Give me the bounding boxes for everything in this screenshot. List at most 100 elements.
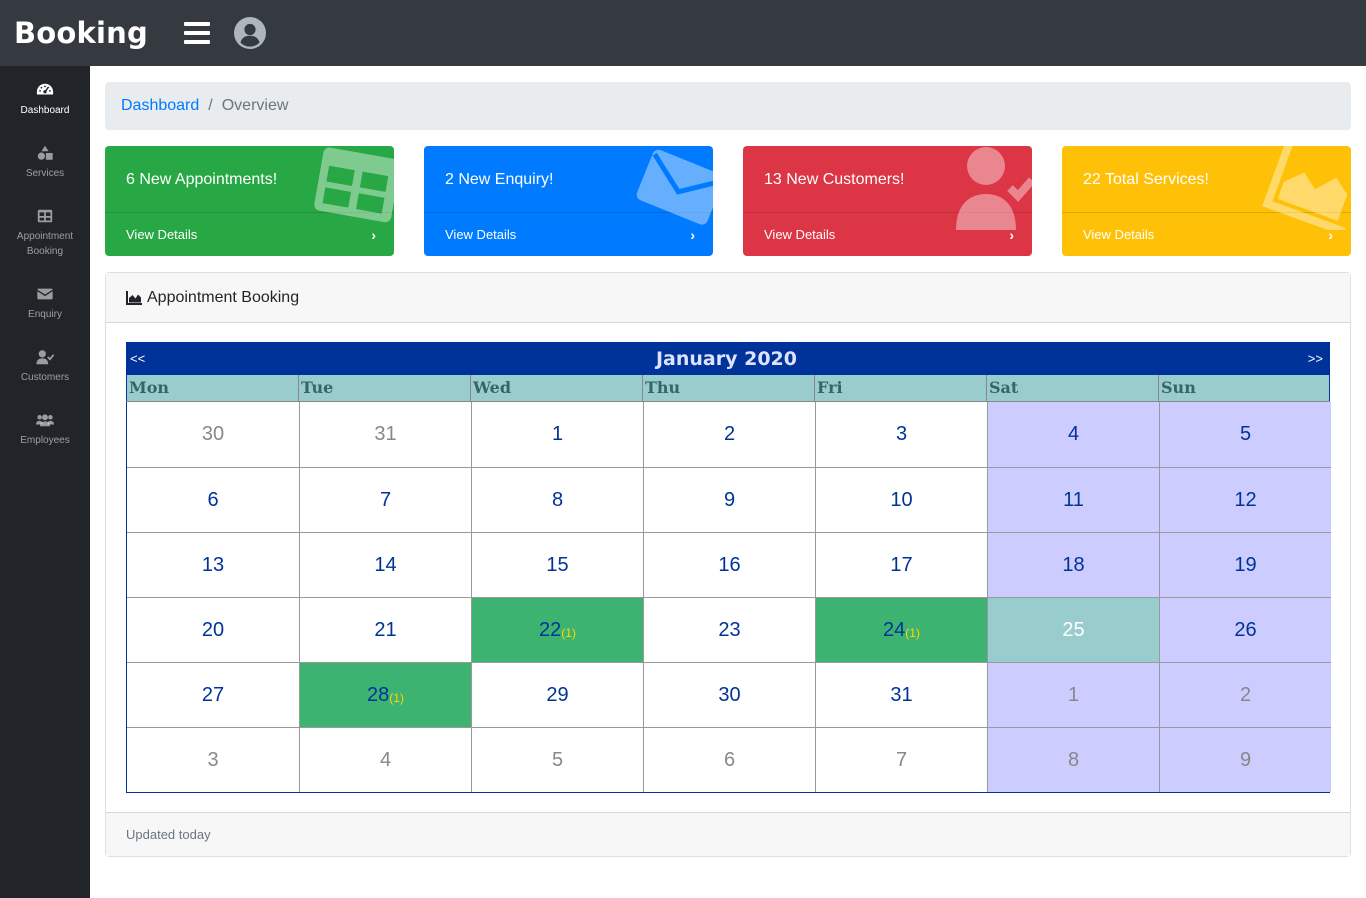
calendar-day-cell[interactable]: 8: [471, 467, 643, 532]
calendar-day-cell[interactable]: 28 (1): [299, 662, 471, 727]
calendar-day-cell[interactable]: 14: [299, 532, 471, 597]
menu-toggle-icon[interactable]: [183, 22, 210, 44]
calendar-day-cell[interactable]: 3: [127, 727, 299, 792]
calendar-day-cell[interactable]: 23: [643, 597, 815, 662]
calendar-day-cell[interactable]: 18: [987, 532, 1159, 597]
day-number: 5: [551, 748, 564, 771]
calendar-day-cell[interactable]: 1: [987, 662, 1159, 727]
breadcrumb-separator: /: [208, 97, 213, 114]
day-number: 19: [1234, 553, 1257, 576]
day-number: 18: [1062, 553, 1085, 576]
next-month-button[interactable]: >>: [1308, 351, 1323, 366]
sidebar-item-label: Employees: [20, 435, 70, 446]
calendar-day-cell[interactable]: 2: [1159, 662, 1331, 727]
day-number: 6: [207, 488, 219, 511]
user-check-icon: [36, 350, 54, 365]
calendar-day-cell[interactable]: 9: [643, 467, 815, 532]
card-new-enquiry: 2 New Enquiry! View Details ›: [424, 146, 713, 256]
calendar-day-cell[interactable]: 9: [1159, 727, 1331, 792]
calendar-day-cell[interactable]: 25: [987, 597, 1159, 662]
sidebar-item-label: Appointment Booking: [16, 231, 74, 257]
sidebar-item-label: Customers: [20, 372, 70, 383]
day-number: 28: [367, 683, 390, 706]
calendar-day-cell[interactable]: 21: [299, 597, 471, 662]
day-number: 3: [895, 423, 908, 445]
view-details-label: View Details: [1083, 227, 1155, 242]
weekday-label: Wed: [470, 375, 642, 401]
calendar-day-cell[interactable]: 20: [127, 597, 299, 662]
card-new-appointments: 6 New Appointments! View Details ›: [105, 146, 394, 256]
calendar-day-cell[interactable]: 30: [643, 662, 815, 727]
card-title: 13 New Customers!: [764, 171, 905, 188]
prev-month-button[interactable]: <<: [130, 351, 145, 366]
day-number: 25: [1062, 618, 1085, 641]
sidebar-item-customers[interactable]: Customers: [0, 333, 90, 396]
panel-footer: Updated today: [106, 812, 1350, 856]
day-number: 1: [551, 423, 564, 445]
day-number: 13: [201, 553, 225, 576]
calendar-day-cell[interactable]: 6: [643, 727, 815, 792]
sidebar-item-label: Enquiry: [28, 309, 62, 320]
breadcrumb: Dashboard / Overview: [105, 82, 1351, 130]
calendar-day-cell[interactable]: 15: [471, 532, 643, 597]
calendar-day-cell[interactable]: 3: [815, 402, 987, 467]
day-number: 21: [374, 618, 397, 641]
sidebar-item-dashboard[interactable]: Dashboard: [0, 66, 90, 129]
calendar-day-cell[interactable]: 24 (1): [815, 597, 987, 662]
calendar-day-cell[interactable]: 30: [127, 402, 299, 467]
day-number: 14: [374, 553, 397, 576]
sidebar-item-employees[interactable]: Employees: [0, 396, 90, 459]
view-details-label: View Details: [126, 227, 198, 242]
weekday-label: Fri: [814, 375, 986, 401]
calendar-day-cell[interactable]: 13: [127, 532, 299, 597]
calendar-day-cell[interactable]: 2: [643, 402, 815, 467]
calendar-day-cell[interactable]: 7: [299, 467, 471, 532]
calendar-day-cell[interactable]: 4: [299, 727, 471, 792]
day-number: 22: [539, 618, 562, 641]
day-number: 1: [1067, 683, 1080, 706]
calendar-day-cell[interactable]: 4: [987, 402, 1159, 467]
appointment-booking-panel: Appointment Booking << January 2020 >> M…: [105, 272, 1351, 857]
users-icon: [36, 414, 54, 427]
calendar-day-cell[interactable]: 5: [1159, 402, 1331, 467]
calendar-day-cell[interactable]: 6: [127, 467, 299, 532]
calendar-day-cell[interactable]: 7: [815, 727, 987, 792]
booking-count-badge: (1): [905, 626, 920, 640]
day-number: 8: [1067, 748, 1080, 771]
calendar-day-cell[interactable]: 8: [987, 727, 1159, 792]
brand-logo[interactable]: Booking: [14, 16, 148, 50]
day-number: 24: [883, 618, 906, 641]
calendar-day-cell[interactable]: 1: [471, 402, 643, 467]
calendar-day-cell[interactable]: 31: [299, 402, 471, 467]
calendar-weekday-row: Mon Tue Wed Thu Fri Sat Sun: [126, 375, 1330, 402]
weekday-label: Mon: [126, 375, 298, 401]
calendar-day-cell[interactable]: 17: [815, 532, 987, 597]
day-number: 27: [201, 683, 225, 706]
calendar-day-cell[interactable]: 22 (1): [471, 597, 643, 662]
day-number: 4: [379, 748, 392, 771]
day-number: 17: [890, 553, 913, 576]
booking-calendar: << January 2020 >> Mon Tue Wed Thu Fri S…: [126, 342, 1331, 793]
calendar-day-cell[interactable]: 26: [1159, 597, 1331, 662]
breadcrumb-link-dashboard[interactable]: Dashboard: [121, 97, 199, 115]
card-new-customers: 13 New Customers! View Details ›: [743, 146, 1032, 256]
sidebar-item-appointment-booking[interactable]: Appointment Booking: [0, 192, 90, 270]
calendar-day-cell[interactable]: 16: [643, 532, 815, 597]
calendar-day-cell[interactable]: 29: [471, 662, 643, 727]
calendar-header: << January 2020 >>: [126, 342, 1330, 375]
calendar-day-cell[interactable]: 5: [471, 727, 643, 792]
card-title: 22 Total Services!: [1083, 171, 1209, 188]
calendar-day-cell[interactable]: 11: [987, 467, 1159, 532]
calendar-day-cell[interactable]: 10: [815, 467, 987, 532]
calendar-day-cell[interactable]: 31: [815, 662, 987, 727]
chevron-right-icon: ›: [690, 226, 695, 243]
calendar-day-cell[interactable]: 12: [1159, 467, 1331, 532]
day-number: 29: [546, 683, 569, 706]
calendar-day-cell[interactable]: 19: [1159, 532, 1331, 597]
sidebar-item-enquiry[interactable]: Enquiry: [0, 270, 90, 333]
weekday-label: Sun: [1158, 375, 1330, 401]
calendar-day-cell[interactable]: 27: [127, 662, 299, 727]
sidebar-item-services[interactable]: Services: [0, 129, 90, 192]
user-circle-icon[interactable]: [233, 17, 266, 49]
day-number: 31: [374, 423, 397, 445]
